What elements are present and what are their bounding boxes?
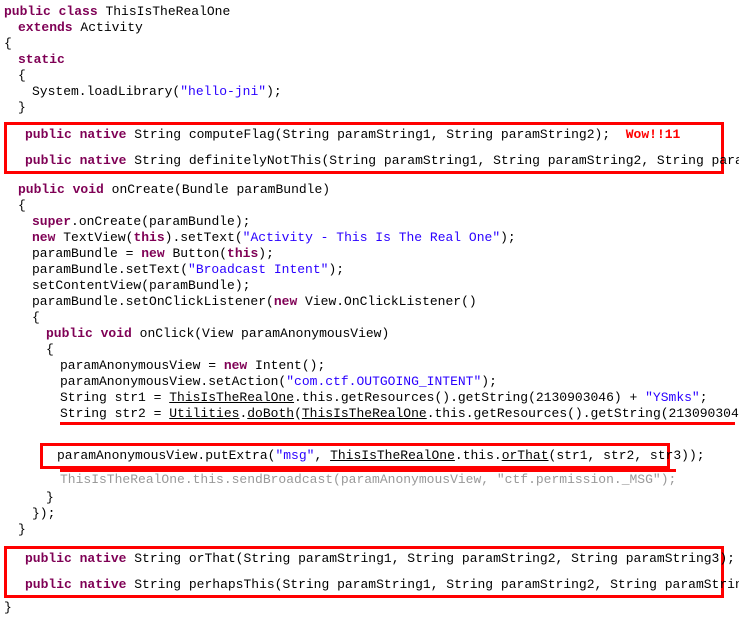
button-settext: paramBundle.setText("Broadcast Intent"); <box>4 262 735 278</box>
str1-line: String str1 = ThisIsTheRealOne.this.getR… <box>4 390 735 406</box>
onCreate-signature: public void onCreate(Bundle paramBundle) <box>4 182 735 198</box>
str3-line-partial: String str3 = Utilities.doBoth(getClass(… <box>4 422 735 441</box>
textview-line: new TextView(this).setText("Activity - T… <box>4 230 735 246</box>
brace: { <box>4 310 735 326</box>
putextra-line: paramAnonymousView.putExtra("msg", ThisI… <box>47 448 663 464</box>
load-library-call: System.loadLibrary("hello-jni"); <box>4 84 735 100</box>
wow-annotation: Wow!!11 <box>626 127 681 142</box>
brace: { <box>4 342 735 358</box>
brace: } <box>4 100 735 116</box>
onClick-signature: public void onClick(View paramAnonymousV… <box>4 326 735 342</box>
setContentView: setContentView(paramBundle); <box>4 278 735 294</box>
close-listener: }); <box>4 506 735 522</box>
native-orThat: public native String orThat(String param… <box>11 551 717 567</box>
native-methods-highlight-2: public native String orThat(String param… <box>4 546 724 598</box>
setOnClickListener: paramBundle.setOnClickListener(new View.… <box>4 294 735 310</box>
extends-clause: extends Activity <box>4 20 735 36</box>
code-viewer: public class ThisIsTheRealOne extends Ac… <box>4 4 735 616</box>
setAction: paramAnonymousView.setAction("com.ctf.OU… <box>4 374 735 390</box>
native-perhapsThis: public native String perhapsThis(String … <box>11 577 717 593</box>
brace: { <box>4 198 735 214</box>
str2-line: String str2 = Utilities.doBoth(ThisIsThe… <box>4 406 735 422</box>
intent-new: paramAnonymousView = new Intent(); <box>4 358 735 374</box>
brace: } <box>4 522 735 538</box>
sendBroadcast-obscured: ThisIsTheRealOne.this.sendBroadcast(para… <box>4 469 735 488</box>
brace: } <box>4 600 735 616</box>
putextra-highlight: paramAnonymousView.putExtra("msg", ThisI… <box>40 443 670 469</box>
brace: { <box>4 68 735 84</box>
native-methods-highlight-1: public native String computeFlag(String … <box>4 122 724 174</box>
static-keyword: static <box>4 52 735 68</box>
brace: { <box>4 36 735 52</box>
class-declaration: public class ThisIsTheRealOne <box>4 4 735 20</box>
super-call: super.onCreate(paramBundle); <box>4 214 735 230</box>
brace: } <box>4 490 735 506</box>
button-new: paramBundle = new Button(this); <box>4 246 735 262</box>
native-computeFlag: public native String computeFlag(String … <box>11 127 717 143</box>
native-definitelyNotThis: public native String definitelyNotThis(S… <box>11 153 717 169</box>
